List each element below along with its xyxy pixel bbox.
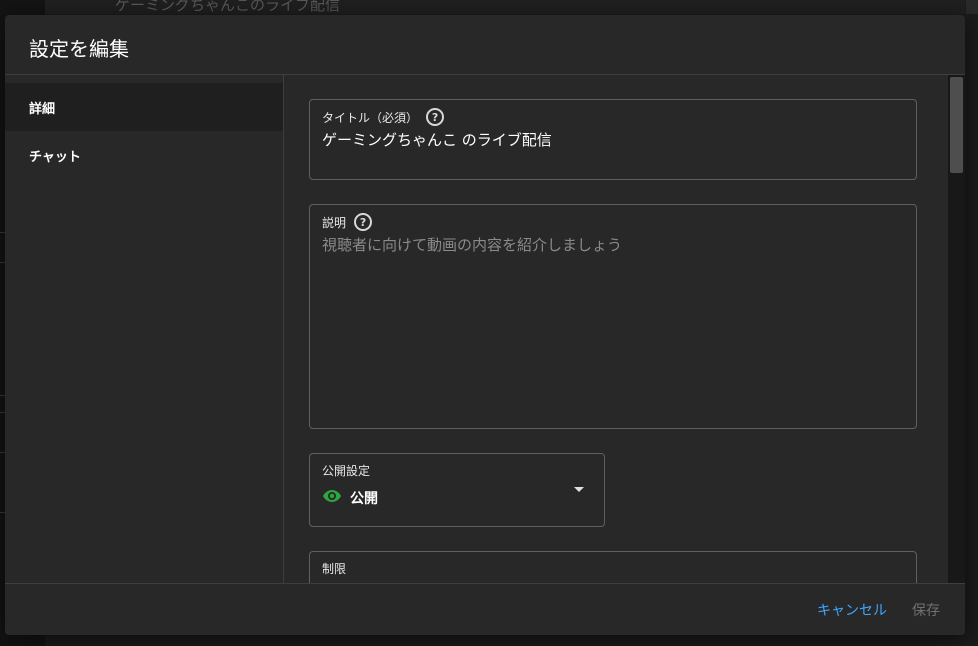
dialog-title: 設定を編集 [29,37,129,61]
title-field-label: タイトル（必須） [322,110,419,125]
title-field-label-row: タイトル（必須） ? [322,108,445,126]
restriction-field[interactable]: 制限 [309,551,917,583]
title-input[interactable]: ゲーミングちゃんこ のライブ配信 [322,129,552,150]
restriction-field-label-row: 制限 [322,560,346,577]
sidebar-item-label: 詳細 [29,101,56,117]
sidebar-item-details[interactable]: 詳細 [5,83,283,131]
visibility-field-label-row: 公開設定 [322,462,370,479]
visibility-selected-value: 公開 [322,488,378,508]
dialog-content: タイトル（必須） ? ゲーミングちゃんこ のライブ配信 説明 ? 視聴者に向けて… [285,75,965,583]
background-page-title: ゲーミングちゃんこのライブ配信 [115,0,341,14]
edit-settings-dialog: 設定を編集 詳細 チャット タイトル（必須） ? ゲーミングちゃんこ のライブ配… [5,15,965,635]
cancel-button[interactable]: キャンセル [817,600,887,620]
dialog-sidebar: 詳細 チャット [5,75,284,583]
help-icon[interactable]: ? [354,213,373,231]
chevron-down-icon [574,487,584,492]
eye-icon [322,489,342,507]
description-field-label: 説明 [322,215,347,230]
dialog-header: 設定を編集 [5,15,965,75]
visibility-field-label: 公開設定 [322,464,371,478]
background-scrollbar [966,0,978,14]
save-button[interactable]: 保存 [912,600,940,620]
visibility-value: 公開 [350,491,378,507]
description-input[interactable]: 視聴者に向けて動画の内容を紹介しましょう [322,234,622,255]
sidebar-item-label: チャット [29,149,81,165]
description-field-label-row: 説明 ? [322,213,373,231]
sidebar-item-chat[interactable]: チャット [5,131,283,179]
help-icon[interactable]: ? [426,108,445,126]
restriction-field-label: 制限 [322,562,347,576]
title-field[interactable]: タイトル（必須） ? ゲーミングちゃんこ のライブ配信 [309,99,917,180]
dialog-footer: キャンセル 保存 [5,583,965,635]
content-scrollbar[interactable] [948,75,965,583]
visibility-dropdown[interactable]: 公開設定 公開 [309,453,605,527]
background-header: ゲーミングちゃんこのライブ配信 [45,0,965,14]
description-field[interactable]: 説明 ? 視聴者に向けて動画の内容を紹介しましょう [309,204,917,429]
scrollbar-thumb[interactable] [950,77,963,173]
